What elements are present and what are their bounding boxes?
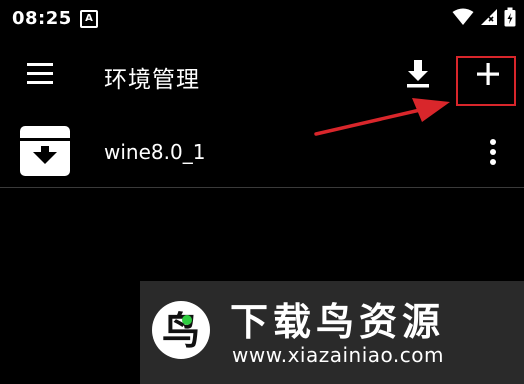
watermark-brand: 下载鸟资源 [230,300,446,344]
download-button[interactable] [398,54,438,94]
status-icons [452,6,516,28]
watermark-logo-icon: 鸟 [152,301,210,359]
svg-text:鸟: 鸟 [162,309,200,353]
wifi-icon [452,8,474,25]
list-divider [0,187,524,188]
archive-download-icon [20,126,70,176]
list-item[interactable]: wine8.0_1 [0,118,524,186]
battery-icon [504,7,516,27]
status-bar: 08:25 A [0,0,524,36]
signal-icon [481,9,497,25]
page-title: 环境管理 [104,67,200,93]
more-vert-icon [490,139,496,165]
menu-button[interactable] [22,56,58,92]
annotation-highlight-box [456,56,516,106]
status-time: 08:25 [12,8,72,29]
notification-a-icon: A [80,10,98,28]
download-icon [407,60,429,88]
more-options-button[interactable] [478,132,508,172]
watermark-url: www.xiazainiao.com [232,343,444,367]
watermark-banner: 鸟 下载鸟资源 www.xiazainiao.com [140,281,524,384]
list-item-label: wine8.0_1 [104,140,206,164]
